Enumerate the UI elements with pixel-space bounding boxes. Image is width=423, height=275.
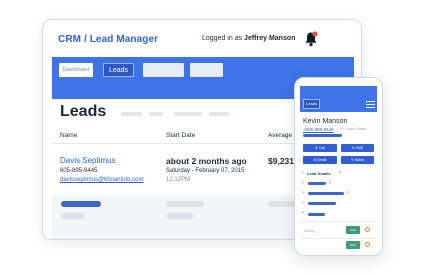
tab-leads[interactable]: Leads [103, 63, 134, 77]
notes-button-label: Notes [354, 158, 365, 162]
chevron-right-icon[interactable]: › [302, 201, 304, 206]
filter-placeholder-4 [209, 112, 229, 116]
check-icon: ✓ [346, 190, 351, 196]
lead-start-date: Saturday - February 07, 2015 [166, 168, 245, 174]
lead-details-label[interactable]: Lead Details [307, 171, 331, 176]
call-button[interactable]: ✆ Call [303, 144, 337, 152]
placeholder-name-bar [61, 201, 101, 207]
placeholder-sub-bar [61, 213, 85, 219]
email-button-label: Email [317, 158, 327, 162]
detail-bar-3 [308, 202, 336, 205]
column-header-name[interactable]: Name [60, 132, 77, 139]
contact-name: Kevin Manson [303, 118, 348, 125]
logged-in-prefix: Logged in as [202, 35, 243, 42]
lead-start-relative: about 2 months ago [166, 156, 247, 166]
contact-progress-bar [303, 134, 342, 137]
placeholder-date-sub-bar [166, 213, 194, 219]
contact-phone-link[interactable]: +605-895-9445 [303, 127, 334, 132]
chevron-right-icon[interactable]: › [302, 191, 304, 196]
mobile-header: Leads [300, 86, 377, 112]
mobile-tab-leads[interactable]: Leads [303, 99, 320, 109]
message-icon: ✉ [351, 146, 355, 150]
tab-placeholder-1[interactable] [143, 63, 184, 77]
page-title: Leads [60, 103, 107, 120]
chevron-right-icon[interactable]: › [302, 171, 304, 176]
app-title[interactable]: CRM / Lead Manager [58, 34, 158, 45]
column-header-start-date[interactable]: Start Date [166, 132, 195, 139]
mail-icon: ✉ [313, 158, 317, 162]
chevron-right-icon[interactable]: › [302, 181, 304, 186]
tab-placeholder-2[interactable] [190, 63, 223, 77]
contact-location: SF United States [340, 127, 367, 131]
lead-email-link[interactable]: davisseptimus@khoantuto.com [60, 177, 143, 183]
sms-button[interactable]: ✉ SMS [341, 144, 374, 152]
mobile-device: Leads Kevin Manson +605-895-9445 SF Unit… [294, 77, 383, 256]
placeholder-date-bar [166, 201, 204, 207]
divider [300, 221, 377, 222]
email-button[interactable]: ✉ Email [303, 156, 337, 164]
lead-start-time: 12:12PM [166, 177, 191, 183]
note-icon: ✎ [350, 158, 354, 162]
detail-bar-1 [308, 182, 326, 185]
call-button-label: Call [318, 146, 325, 150]
phone-icon: ✆ [315, 146, 318, 150]
filter-placeholder-2 [149, 112, 163, 116]
lead-phone: 605-895-9445 [60, 168, 98, 174]
divider [300, 238, 377, 239]
setting-label: Setting [304, 229, 315, 233]
filter-placeholder-3 [174, 112, 202, 116]
detail-bar-2 [308, 192, 344, 195]
chevron-down-icon[interactable]: ⌄ [301, 210, 305, 215]
lead-average-value: $9,231, [268, 156, 297, 166]
sms-button-label: SMS [355, 146, 364, 150]
check-icon: ✓ [338, 170, 343, 176]
logged-in-text: Logged in as Jeffrey Manson [202, 35, 295, 42]
bell-icon[interactable] [304, 31, 318, 47]
user-name[interactable]: Jeffrey Manson [244, 35, 295, 42]
check-icon: ✓ [328, 180, 333, 186]
detail-bar-4 [308, 213, 325, 216]
edit-button[interactable]: Edit [346, 226, 360, 234]
filter-placeholder-1 [121, 112, 142, 116]
tab-dashboard[interactable]: Dashboard [59, 63, 93, 77]
warning-icon [365, 242, 370, 247]
edit-button[interactable]: Edit [346, 241, 360, 249]
desktop-header: CRM / Lead Manager Logged in as Jeffrey … [43, 20, 361, 56]
warning-icon [365, 227, 370, 232]
hamburger-icon[interactable] [366, 101, 375, 108]
lead-name-link[interactable]: Davis Septimus [60, 156, 116, 165]
notes-button[interactable]: ✎ Notes [341, 156, 374, 164]
